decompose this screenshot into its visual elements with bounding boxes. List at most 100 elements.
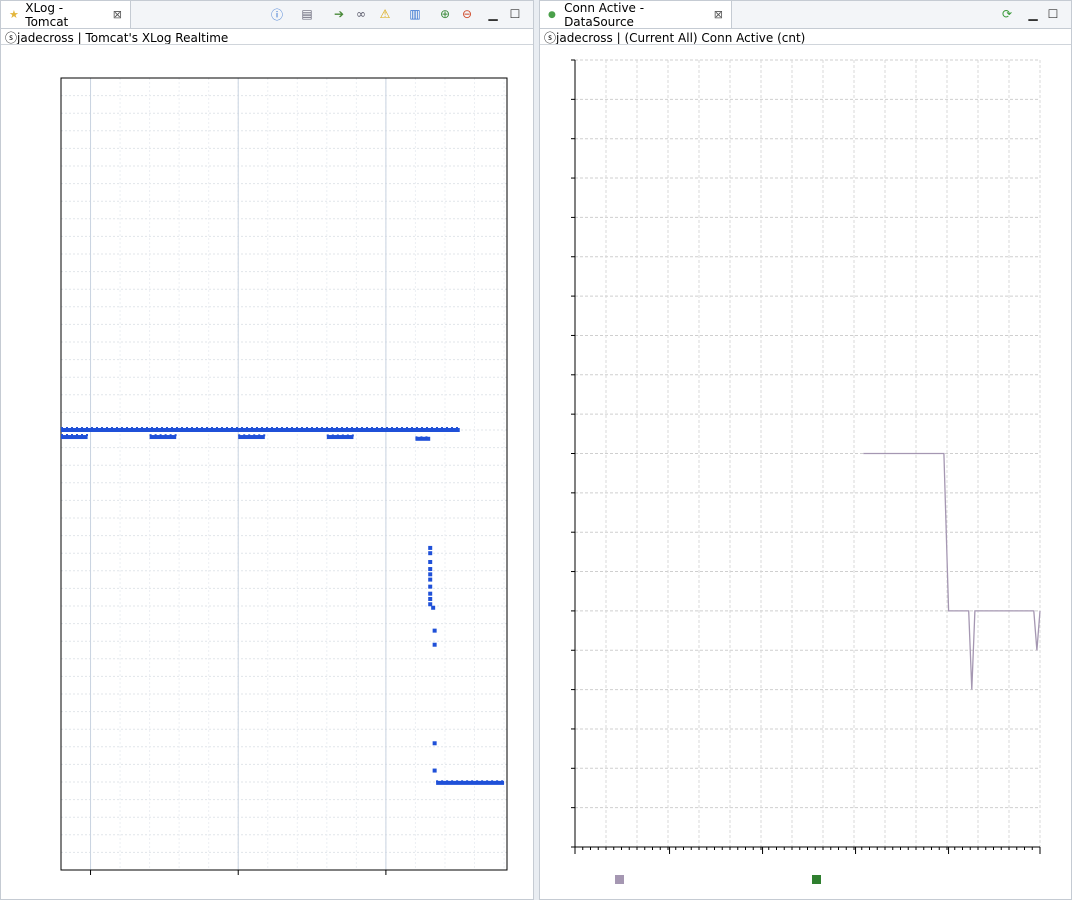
xlog-point <box>366 427 368 429</box>
xlog-point <box>211 427 213 429</box>
load-icon[interactable]: ➔ <box>330 5 348 23</box>
xlog-point <box>428 591 433 596</box>
xlog-point <box>428 584 433 589</box>
xlog-point <box>431 427 433 429</box>
xlog-point <box>221 427 223 429</box>
xlog-point <box>101 427 103 429</box>
xlog-point <box>428 551 433 556</box>
xlog-point <box>346 434 349 437</box>
xlog-point <box>86 427 88 429</box>
close-icon[interactable]: ⊠ <box>714 8 723 21</box>
zoom-out-icon[interactable]: ⊖ <box>458 5 476 23</box>
xlog-point <box>76 434 78 437</box>
xlog-point <box>81 434 83 437</box>
xlog-point <box>381 427 383 429</box>
xlog-point <box>191 427 193 429</box>
help-icon[interactable]: ⓘ <box>268 5 286 23</box>
xlog-band <box>238 435 265 440</box>
xlog-point <box>121 427 123 429</box>
xlog-point <box>174 434 177 437</box>
xlog-point <box>261 427 263 429</box>
xlog-point <box>206 427 208 429</box>
xlog-point <box>236 427 238 429</box>
xlog-tab-title: XLog - Tomcat <box>25 0 69 29</box>
xlog-point <box>432 741 437 746</box>
xlog-point <box>336 427 338 429</box>
xlog-point <box>246 427 248 429</box>
xlog-point <box>169 434 172 437</box>
filter-icon[interactable]: ▥ <box>406 5 424 23</box>
xlog-point <box>71 434 73 437</box>
xlog-point <box>164 434 167 437</box>
xlog-point <box>331 434 334 437</box>
conn-active-tab[interactable]: ● Conn Active - DataSource ⊠ <box>540 1 732 29</box>
warning-icon[interactable]: ⚠ <box>376 5 394 23</box>
minimize-icon[interactable]: ▁ <box>1024 5 1042 23</box>
xlog-point <box>248 434 251 437</box>
xlog-point <box>91 427 93 429</box>
xlog-point <box>66 427 68 429</box>
xlog-point <box>441 780 444 783</box>
xlog-point <box>258 434 261 437</box>
xlog-point <box>66 434 68 437</box>
conn-tabbar: ● Conn Active - DataSource ⊠ ⟳ ▁ ☐ <box>540 1 1071 29</box>
xlog-point <box>81 427 83 429</box>
xlog-point <box>486 780 489 783</box>
divider <box>540 44 1071 45</box>
maximize-icon[interactable]: ☐ <box>1044 5 1062 23</box>
xlog-point <box>416 427 418 429</box>
xlog-point <box>351 434 354 437</box>
xlog-point <box>431 605 436 610</box>
xlog-point <box>76 427 78 429</box>
xlog-point <box>154 434 157 437</box>
xlog-point <box>146 427 148 429</box>
xlog-point <box>311 427 313 429</box>
xlog-point <box>371 427 373 429</box>
xlog-point <box>391 427 393 429</box>
maximize-icon[interactable]: ☐ <box>506 5 524 23</box>
status-dot-icon: ● <box>548 9 556 20</box>
zoom-in-icon[interactable]: ⊕ <box>436 5 454 23</box>
close-icon[interactable]: ⊠ <box>113 8 122 21</box>
xlog-point <box>321 427 323 429</box>
link-icon[interactable]: ∞ <box>352 5 370 23</box>
xlog-point <box>456 780 459 783</box>
xlog-point <box>201 427 203 429</box>
xlog-point <box>426 427 428 429</box>
xlog-tab[interactable]: ★ XLog - Tomcat ⊠ <box>1 0 131 29</box>
xlog-point <box>386 427 388 429</box>
xlog-point <box>156 427 158 429</box>
settings-icon[interactable]: ▤ <box>298 5 316 23</box>
xlog-point <box>341 427 343 429</box>
xlog-point <box>346 427 348 429</box>
minimize-icon[interactable]: ▁ <box>484 5 502 23</box>
star-icon: ★ <box>9 8 19 21</box>
xlog-point <box>238 434 241 437</box>
xlog-panel: ★ XLog - Tomcat ⊠ ⓘ ▤ ➔ ∞ ⚠ ▥ ⊕ ⊖ ▁ ☐ ⓢj… <box>0 0 534 900</box>
xlog-chart[interactable] <box>1 46 533 896</box>
xlog-point <box>406 427 408 429</box>
xlog-point <box>481 780 484 783</box>
xlog-point <box>86 434 88 437</box>
xlog-band <box>326 435 354 440</box>
xlog-point <box>466 780 469 783</box>
xlog-point <box>316 427 318 429</box>
xlog-point <box>428 596 433 601</box>
xlog-point <box>446 780 449 783</box>
xlog-point <box>420 436 423 439</box>
xlog-point <box>61 427 63 429</box>
xlog-point <box>149 434 152 437</box>
xlog-point <box>159 434 162 437</box>
xlog-band <box>61 435 88 440</box>
conn-active-chart[interactable] <box>540 46 1071 896</box>
xlog-point <box>471 780 474 783</box>
xlog-point <box>306 427 308 429</box>
refresh-icon[interactable]: ⟳ <box>998 5 1016 23</box>
xlog-point <box>296 427 298 429</box>
xlog-point <box>496 780 499 783</box>
xlog-point <box>216 427 218 429</box>
xlog-point <box>106 427 108 429</box>
xlog-point <box>291 427 293 429</box>
xlog-point <box>231 427 233 429</box>
xlog-band <box>149 435 177 440</box>
